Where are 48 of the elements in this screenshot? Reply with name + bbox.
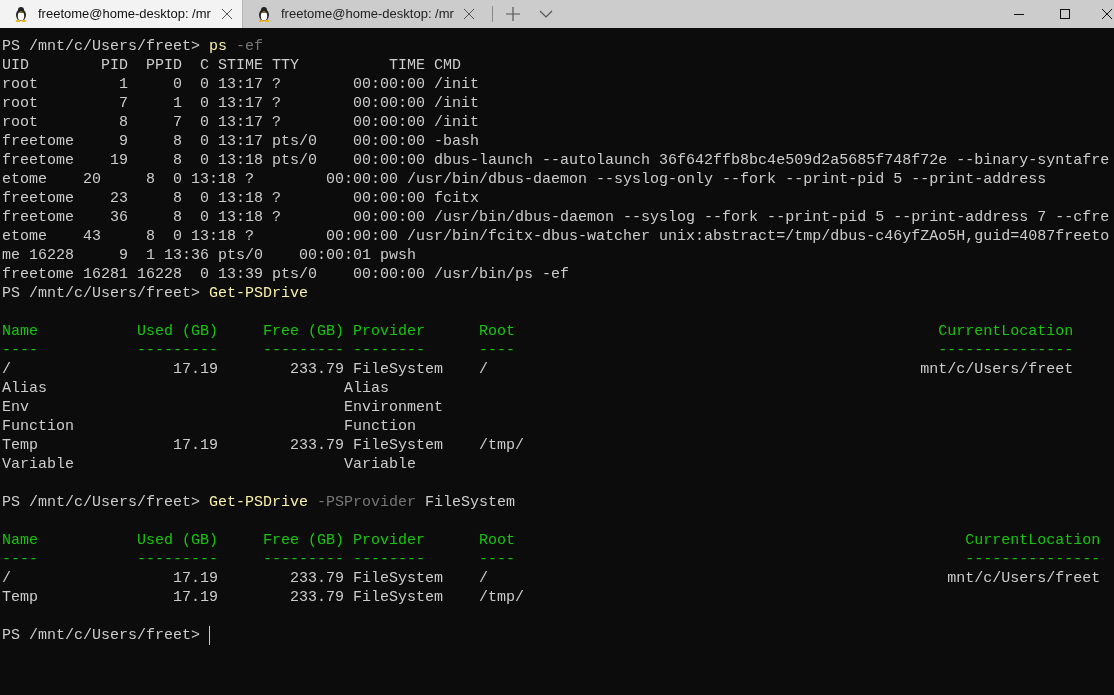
output-line: freetome 19 8 0 13:18 pts/0 00:00:00 dbus-launch --autolaunch 36f642ffb8bc4e509d2a5685f748f72e --binary-syntafre (2, 151, 1110, 170)
plus-icon (506, 7, 520, 21)
output-line: Temp 17.19 233.79 FileSystem /tmp/ (2, 588, 525, 607)
tab-title: freetome@home-desktop: /mr (281, 5, 454, 24)
penguin-icon (257, 6, 271, 22)
output-line: Env Environment (2, 398, 444, 417)
table-header-line: Name Used (GB) Free (GB) Provider Root CurrentLocation (2, 531, 1101, 550)
prompt-text: PS /mnt/c/Users/freet> (2, 626, 202, 645)
output-line: freetome 16281 16228 0 13:39 pts/0 00:00:00 /usr/bin/ps -ef (2, 265, 570, 284)
table-header-line: ---- --------- --------- -------- ---- --------------- (2, 550, 1101, 569)
parameter-text: -PSProvider (316, 493, 417, 512)
output-line: root 1 0 0 13:17 ? 00:00:00 /init (2, 75, 480, 94)
maximize-icon (1060, 9, 1070, 19)
command-text: Get-PSDrive (209, 284, 309, 303)
output-line: etome 43 8 0 13:18 ? 00:00:00 /usr/bin/fcitx-dbus-watcher unix:abstract=/tmp/dbus-c46yfZAo5H,guid=4087freeto (2, 227, 1110, 246)
close-icon (464, 9, 474, 19)
output-line: root 7 1 0 13:17 ? 00:00:00 /init (2, 94, 480, 113)
command-text: Get-PSDrive (209, 493, 309, 512)
tab-close-button[interactable] (464, 9, 474, 19)
prompt-text: PS /mnt/c/Users/freet> (2, 284, 202, 303)
chevron-down-icon (539, 10, 553, 18)
output-line: Variable Variable (2, 455, 417, 474)
close-icon (222, 9, 232, 19)
argument-text: FileSystem (424, 493, 516, 512)
table-header-line: ---- --------- --------- -------- ---- --------------- (2, 341, 1074, 360)
tab[interactable]: freetome@home-desktop: /mr (0, 0, 242, 28)
minimize-icon (1014, 13, 1024, 15)
command-text: ps (209, 37, 228, 56)
output-line: Temp 17.19 233.79 FileSystem /tmp/ (2, 436, 525, 455)
output-line: etome 20 8 0 13:18 ? 00:00:00 /usr/bin/dbus-daemon --syslog-only --fork --print-pid 5 --print-address (2, 170, 1047, 189)
tab-close-button[interactable] (222, 9, 232, 19)
table-header-line: Name Used (GB) Free (GB) Provider Root CurrentLocation (2, 322, 1074, 341)
prompt-text: PS /mnt/c/Users/freet> (2, 37, 202, 56)
tab-title: freetome@home-desktop: /mr (38, 5, 212, 24)
prompt-text: PS /mnt/c/Users/freet> (2, 493, 202, 512)
close-icon (1102, 9, 1112, 19)
output-line: root 8 7 0 13:17 ? 00:00:00 /init (2, 113, 480, 132)
output-line: / 17.19 233.79 FileSystem / mnt/c/Users/freet (2, 569, 1101, 588)
output-line: / 17.19 233.79 FileSystem / mnt/c/Users/freet (2, 360, 1074, 379)
output-line: freetome 23 8 0 13:18 ? 00:00:00 fcitx (2, 189, 480, 208)
output-line: me 16228 9 1 13:36 pts/0 00:00:01 pwsh (2, 246, 417, 265)
output-line: Function Function (2, 417, 417, 436)
output-line: freetome 36 8 0 13:18 ? 00:00:00 /usr/bin/dbus-daemon --syslog --fork --print-pid 5 --print-address 7 --cfre (2, 208, 1110, 227)
penguin-icon (14, 6, 28, 22)
parameter-text: -ef (235, 37, 264, 56)
output-line: freetome 9 8 0 13:17 pts/0 00:00:00 -bash (2, 132, 480, 151)
output-line: UID PID PPID C STIME TTY TIME CMD (2, 56, 462, 75)
output-line: Alias Alias (2, 379, 390, 398)
